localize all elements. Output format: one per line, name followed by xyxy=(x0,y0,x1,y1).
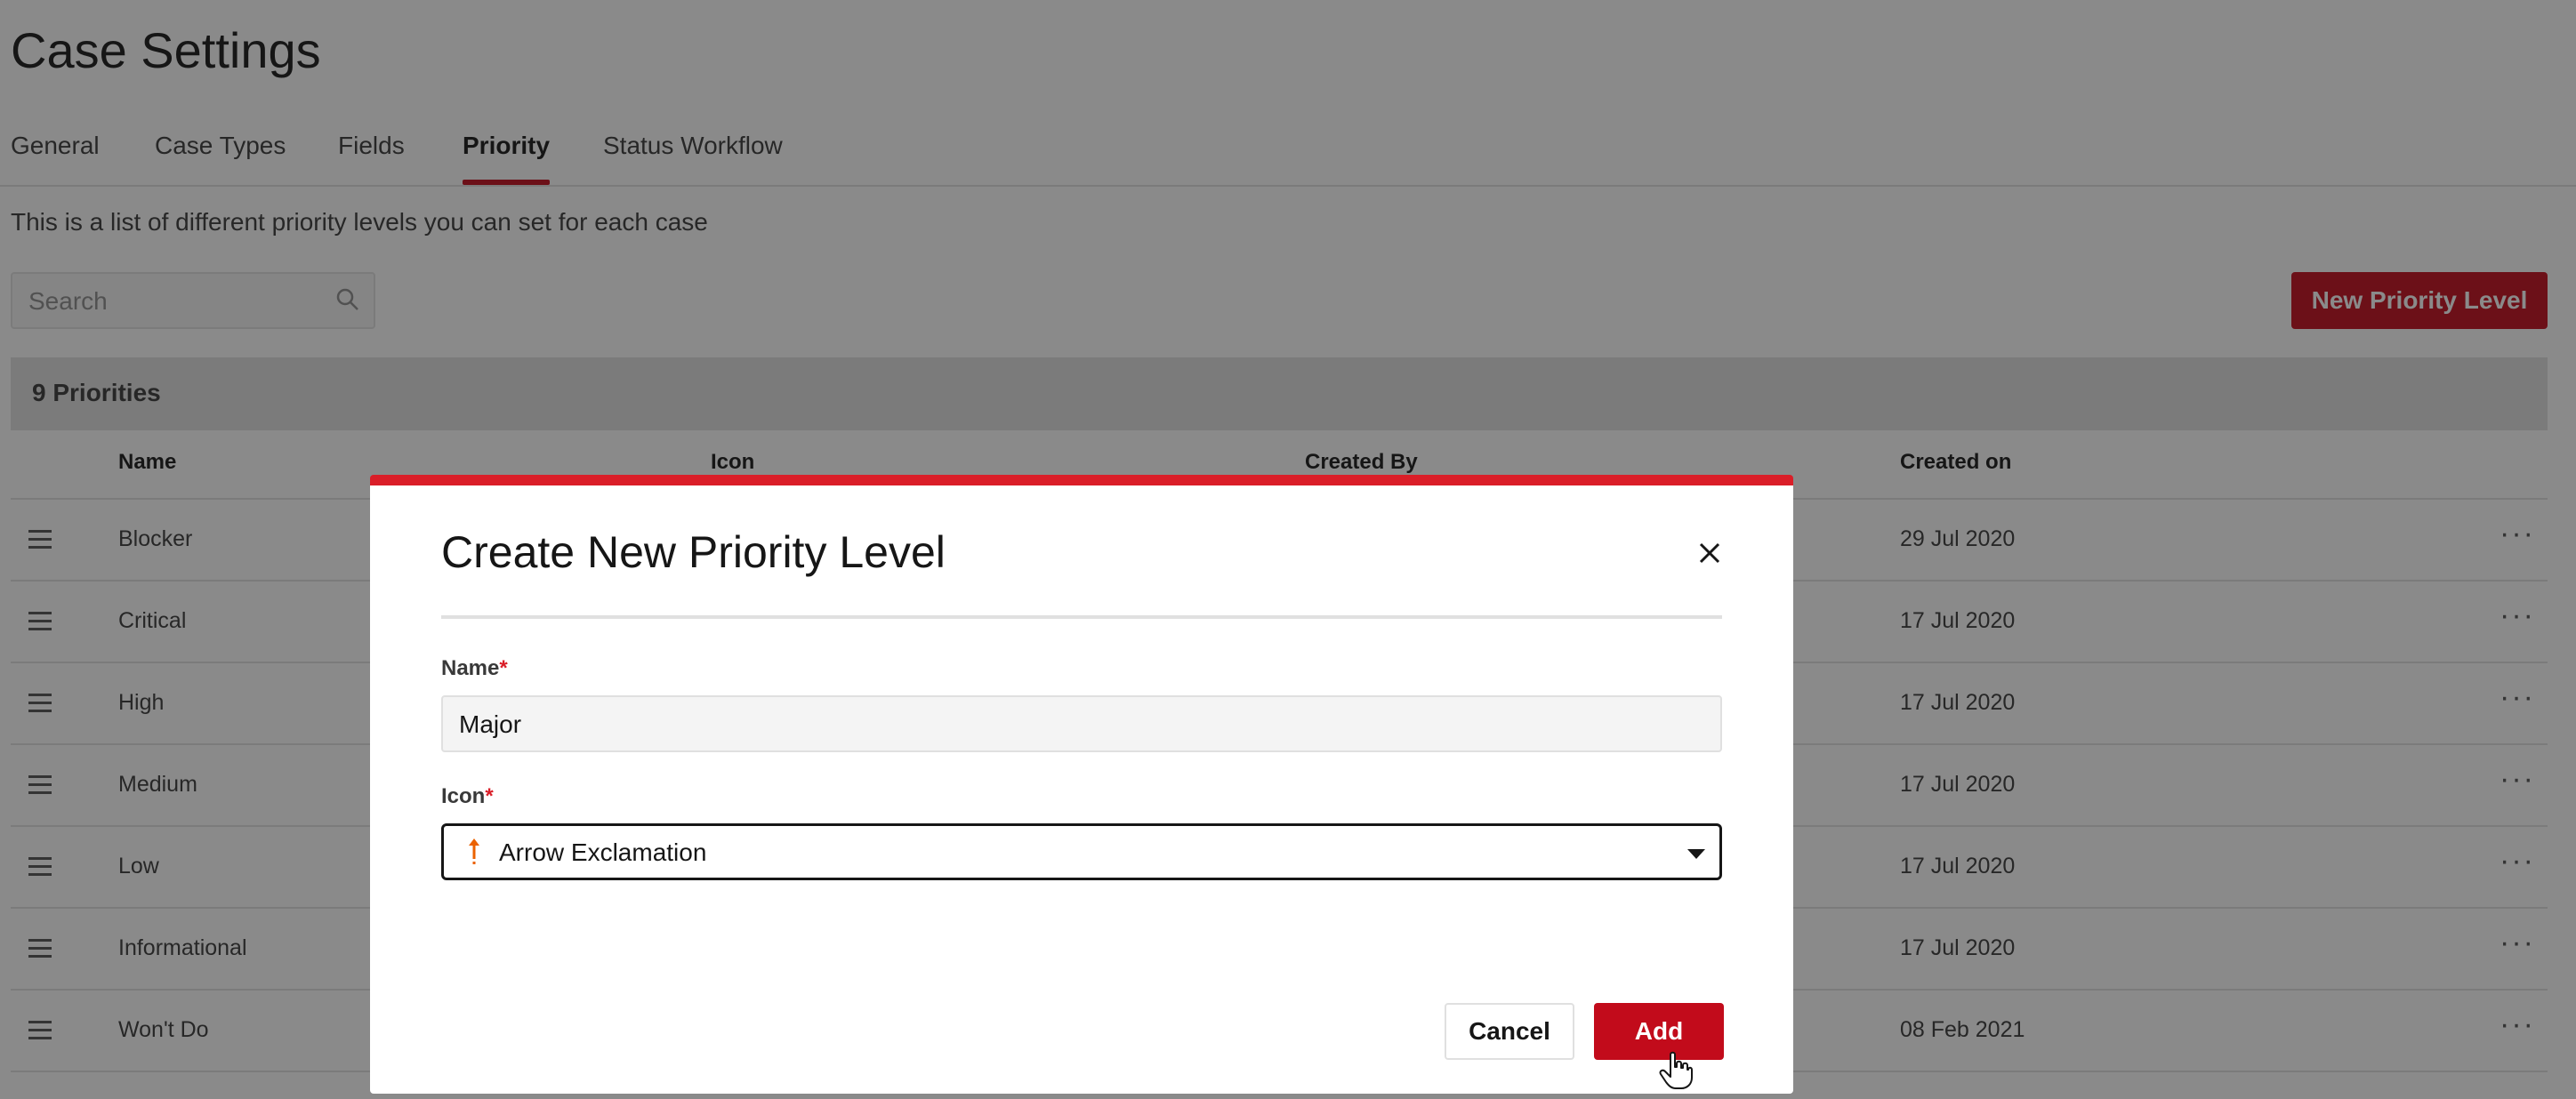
hand-pointer-cursor-icon xyxy=(1659,1051,1693,1089)
name-field xyxy=(441,695,1722,752)
name-input[interactable] xyxy=(457,697,1706,752)
modal-title: Create New Priority Level xyxy=(441,527,946,577)
icon-select[interactable]: Arrow Exclamation xyxy=(441,823,1722,880)
arrow-exclamation-icon xyxy=(469,838,479,864)
chevron-down-icon[interactable] xyxy=(1687,849,1705,859)
icon-label: Icon* xyxy=(441,784,494,808)
modal-divider xyxy=(441,615,1722,619)
cancel-button[interactable]: Cancel xyxy=(1445,1003,1574,1060)
required-marker: * xyxy=(485,784,494,808)
close-icon[interactable] xyxy=(1692,535,1727,571)
icon-select-value: Arrow Exclamation xyxy=(499,838,707,866)
name-label: Name* xyxy=(441,656,508,680)
required-marker: * xyxy=(499,656,508,680)
create-priority-modal: Create New Priority Level Name* Icon* Ar… xyxy=(370,475,1793,1094)
